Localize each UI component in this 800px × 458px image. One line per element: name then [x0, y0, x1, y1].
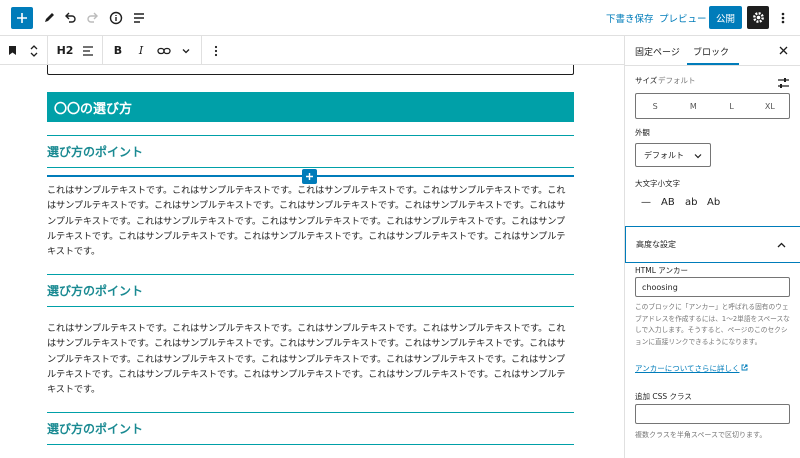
redo-icon — [87, 12, 98, 23]
paragraph-block[interactable]: これはサンプルテキストです。これはサンプルテキストです。これはサンプルテキストで… — [47, 183, 574, 261]
advanced-panel-toggle[interactable]: 高度な設定 — [625, 226, 800, 263]
size-label: サイズ — [635, 76, 658, 85]
html-anchor-input[interactable]: choosing — [635, 277, 790, 297]
heading-block-h3[interactable]: 選び方のポイント — [47, 135, 574, 168]
sliders-icon — [778, 78, 789, 88]
letter-case-label: 大文字小文字 — [635, 179, 680, 188]
undo-icon — [65, 12, 76, 23]
settings-button[interactable] — [747, 6, 769, 29]
chevron-up-icon — [777, 242, 786, 248]
editor-canvas: 〇〇の選び方 選び方のポイント これはサンプルテキストです。これはサンプルテキス… — [0, 65, 624, 458]
case-uppercase-button[interactable]: AB — [661, 197, 675, 208]
tab-post[interactable]: 固定ページ — [635, 45, 680, 58]
heading-block-h2[interactable]: 〇〇の選び方 — [47, 92, 574, 122]
tools-button[interactable] — [38, 7, 60, 29]
heading-level-button[interactable]: H2 — [54, 40, 76, 61]
options-button[interactable] — [772, 7, 794, 29]
undo-button[interactable] — [59, 7, 81, 29]
case-capitalize-button[interactable]: Ab — [707, 197, 720, 208]
settings-sidebar: 固定ページ ブロック サイズ デフォルト S M L XL 外観 デフォルト 大… — [624, 36, 800, 458]
block-toolbar: H2 B I — [0, 36, 624, 65]
previous-block[interactable] — [47, 65, 574, 75]
tab-block[interactable]: ブロック — [693, 45, 729, 58]
pencil-icon — [45, 13, 54, 22]
font-size-toggle-group: S M L XL — [635, 93, 790, 119]
external-link-icon — [742, 364, 748, 371]
heading-block-h3[interactable]: 選び方のポイント — [47, 274, 574, 307]
gear-icon — [752, 12, 764, 23]
appearance-select[interactable]: デフォルト — [635, 143, 711, 167]
redo-button[interactable] — [82, 7, 104, 29]
anchor-learn-more-text: アンカーについてさらに詳しく — [635, 364, 740, 373]
details-button[interactable] — [105, 7, 127, 29]
custom-size-button[interactable] — [777, 74, 790, 88]
align-icon[interactable] — [79, 40, 97, 61]
css-help-text: 複数クラスを半角スペースで区切ります。 — [635, 431, 767, 439]
additional-css-input[interactable] — [635, 404, 790, 424]
inline-inserter-button[interactable] — [302, 169, 317, 184]
add-block-button[interactable] — [11, 7, 33, 29]
size-m-option[interactable]: M — [674, 94, 712, 118]
list-view-icon — [134, 13, 144, 23]
case-none-button[interactable]: — — [641, 197, 651, 208]
more-options-icon[interactable] — [208, 40, 224, 61]
size-value: デフォルト — [658, 76, 696, 85]
heading-block-h3[interactable]: 選び方のポイント — [47, 412, 574, 445]
move-up-down-icon[interactable] — [26, 40, 42, 61]
bookmark-icon[interactable] — [4, 40, 20, 61]
publish-button[interactable]: 公開 — [709, 6, 742, 29]
anchor-learn-more-link[interactable]: アンカーについてさらに詳しく — [635, 363, 748, 374]
close-sidebar-button[interactable] — [775, 42, 791, 58]
plus-icon — [306, 173, 313, 180]
sidebar-tabs: 固定ページ ブロック — [625, 36, 800, 66]
more-vertical-icon — [781, 12, 785, 24]
preview-button[interactable]: プレビュー — [659, 11, 707, 25]
additional-css-label: 追加 CSS クラス — [635, 392, 692, 401]
close-icon — [779, 46, 787, 54]
appearance-label: 外観 — [635, 128, 650, 137]
advanced-panel-title: 高度な設定 — [636, 240, 676, 249]
case-lowercase-button[interactable]: ab — [685, 197, 697, 208]
active-tab-indicator — [687, 63, 739, 65]
list-view-button[interactable] — [128, 7, 150, 29]
anchor-help-text: このブロックに「アンカー」と呼ばれる固有のウェブアドレスを作成するには、1〜2単… — [635, 303, 790, 346]
html-anchor-label: HTML アンカー — [635, 266, 688, 275]
chevron-down-icon — [694, 154, 702, 159]
appearance-value: デフォルト — [644, 150, 684, 160]
paragraph-block[interactable]: これはサンプルテキストです。これはサンプルテキストです。これはサンプルテキストで… — [47, 321, 574, 399]
size-s-option[interactable]: S — [636, 94, 674, 118]
save-draft-button[interactable]: 下書き保存 — [606, 11, 654, 25]
editor-top-bar: 下書き保存 プレビュー 公開 — [0, 0, 800, 36]
link-icon[interactable] — [155, 40, 173, 61]
bold-button[interactable]: B — [110, 40, 126, 61]
chevron-down-icon[interactable] — [178, 40, 194, 61]
info-icon — [109, 11, 123, 25]
plus-icon — [17, 13, 27, 23]
italic-button[interactable]: I — [133, 40, 149, 61]
size-xl-option[interactable]: XL — [751, 94, 789, 118]
size-l-option[interactable]: L — [713, 94, 751, 118]
